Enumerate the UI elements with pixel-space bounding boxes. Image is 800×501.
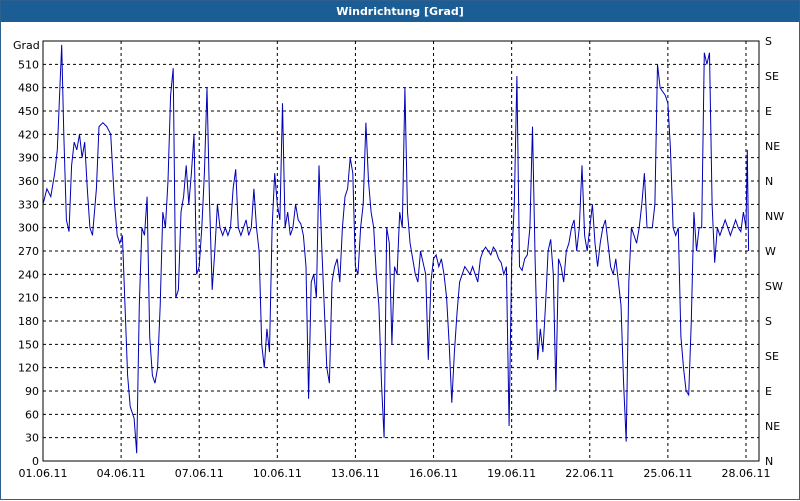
- y-tick-label: 510: [18, 58, 39, 71]
- y-tick-label: 180: [18, 315, 39, 328]
- x-tick-label: 22.06.11: [565, 467, 614, 480]
- right-axis-label: E: [765, 105, 772, 118]
- x-tick-label: 13.06.11: [331, 467, 380, 480]
- y-tick-label: 480: [18, 82, 39, 95]
- x-tick-label: 10.06.11: [253, 467, 302, 480]
- chart-window: Windrichtung [Grad] 0 30 60 90 120 150 180 210 2…: [0, 0, 800, 500]
- x-tick-label: 19.06.11: [487, 467, 536, 480]
- grid-layer: [43, 40, 759, 461]
- y-tick-label: 300: [18, 222, 39, 235]
- right-axis-label: E: [765, 385, 772, 398]
- x-tick-label: 01.06.11: [19, 467, 68, 480]
- y-tick-label: 330: [18, 198, 39, 211]
- y-tick-label: 60: [25, 408, 39, 421]
- right-axis-label: NW: [765, 210, 784, 223]
- right-axis-label: W: [765, 245, 776, 258]
- right-axis-label: SW: [765, 280, 783, 293]
- x-tick-label: 04.06.11: [97, 467, 146, 480]
- right-axis-label: NE: [765, 140, 780, 153]
- right-axis-label: S: [765, 35, 772, 48]
- y-tick-label: 360: [18, 175, 39, 188]
- right-axis-label: SE: [765, 70, 779, 83]
- x-tick-label: 16.06.11: [409, 467, 458, 480]
- x-tick-label: 25.06.11: [643, 467, 692, 480]
- y-tick-label: 240: [18, 268, 39, 281]
- y-tick-label: 420: [18, 128, 39, 141]
- y-axis-label: Grad: [13, 39, 40, 52]
- right-axis-label: N: [765, 175, 773, 188]
- y-tick-label: 90: [25, 385, 39, 398]
- series-line: [42, 44, 750, 454]
- y-tick-label: 150: [18, 338, 39, 351]
- right-axis-label: S: [765, 315, 772, 328]
- y-tick-label: 120: [18, 362, 39, 375]
- y-tick-label: 270: [18, 245, 39, 258]
- right-axis-label: SE: [765, 350, 779, 363]
- y-tick-label: 30: [25, 432, 39, 445]
- x-tick-label: 28.06.11: [721, 467, 770, 480]
- axis-layer: 0306090120150180210240270300330360390420…: [13, 35, 784, 480]
- y-tick-label: 390: [18, 152, 39, 165]
- y-tick-label: 450: [18, 105, 39, 118]
- line-chart: 0306090120150180210240270300330360390420…: [13, 35, 784, 480]
- y-tick-label: 210: [18, 292, 39, 305]
- right-axis-label: NE: [765, 420, 780, 433]
- x-tick-label: 07.06.11: [175, 467, 224, 480]
